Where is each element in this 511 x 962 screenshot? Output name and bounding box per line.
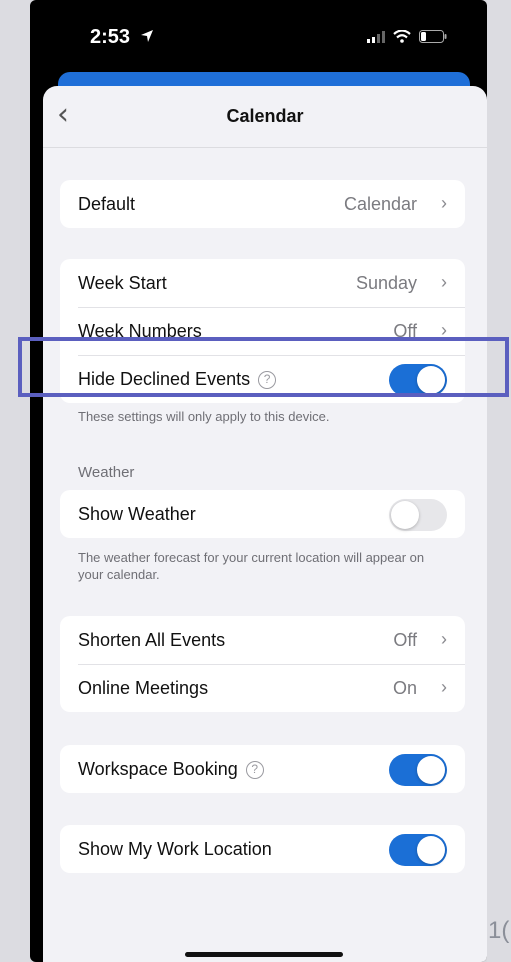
row-label: Show My Work Location	[78, 839, 272, 859]
show-weather-toggle[interactable]	[389, 499, 447, 531]
show-weather-row: Show Weather	[60, 490, 465, 538]
page-title: Calendar	[226, 106, 304, 126]
row-value: Calendar	[343, 194, 417, 214]
highlight-box	[18, 337, 509, 397]
events-group: Shorten All Events Off › Online Meetings…	[60, 616, 465, 712]
signal-icon	[367, 30, 385, 48]
chevron-right-icon: ›	[441, 677, 447, 697]
device-note: These settings will only apply to this d…	[78, 409, 330, 424]
location-arrow-icon	[140, 26, 154, 49]
row-label: Week Start	[78, 273, 167, 293]
settings-sheet: ‹ Calendar Default Calendar › Week Start…	[43, 86, 487, 962]
online-meetings-row[interactable]: Online Meetings On ›	[60, 664, 465, 712]
row-label: Workspace Booking	[78, 759, 238, 779]
backdrop-left	[0, 0, 30, 962]
row-value: Off	[393, 630, 417, 650]
chevron-right-icon: ›	[441, 629, 447, 649]
row-label: Default	[78, 194, 136, 214]
chevron-right-icon: ›	[441, 272, 447, 292]
toggle-knob	[417, 756, 445, 784]
backdrop-right	[487, 0, 511, 962]
weather-group: Show Weather	[60, 490, 465, 538]
page-number-fragment: 1(	[488, 917, 510, 944]
default-group: Default Calendar ›	[60, 180, 465, 228]
default-calendar-row[interactable]: Default Calendar ›	[60, 180, 465, 228]
wifi-icon	[393, 29, 411, 48]
workspace-group: Workspace Booking?	[60, 745, 465, 793]
show-work-location-toggle[interactable]	[389, 834, 447, 866]
row-label: Online Meetings	[78, 678, 209, 698]
toggle-knob	[391, 501, 419, 529]
navigation-bar: ‹ Calendar	[43, 86, 487, 148]
workspace-booking-row: Workspace Booking?	[60, 745, 465, 793]
row-label: Show Weather	[78, 504, 196, 524]
help-icon[interactable]: ?	[245, 761, 264, 779]
week-start-row[interactable]: Week Start Sunday ›	[60, 259, 465, 307]
toggle-knob	[417, 836, 445, 864]
weather-section-header: Weather	[78, 464, 135, 481]
battery-icon	[419, 30, 447, 48]
row-value: Sunday	[355, 273, 417, 293]
weather-caption: The weather forecast for your current lo…	[78, 550, 425, 582]
workspace-booking-toggle[interactable]	[389, 754, 447, 786]
work-location-group: Show My Work Location	[60, 825, 465, 873]
show-work-location-row: Show My Work Location	[60, 825, 465, 873]
chevron-right-icon: ›	[441, 193, 447, 213]
status-time: 2:53	[90, 26, 131, 48]
shorten-all-events-row[interactable]: Shorten All Events Off ›	[60, 616, 465, 664]
home-indicator	[185, 952, 343, 957]
phone-screen: 2:53 ‹ Calendar Default Calendar › Week …	[30, 0, 487, 962]
row-value: On	[392, 678, 417, 698]
row-label: Shorten All Events	[78, 630, 226, 650]
status-bar: 2:53	[30, 0, 487, 70]
